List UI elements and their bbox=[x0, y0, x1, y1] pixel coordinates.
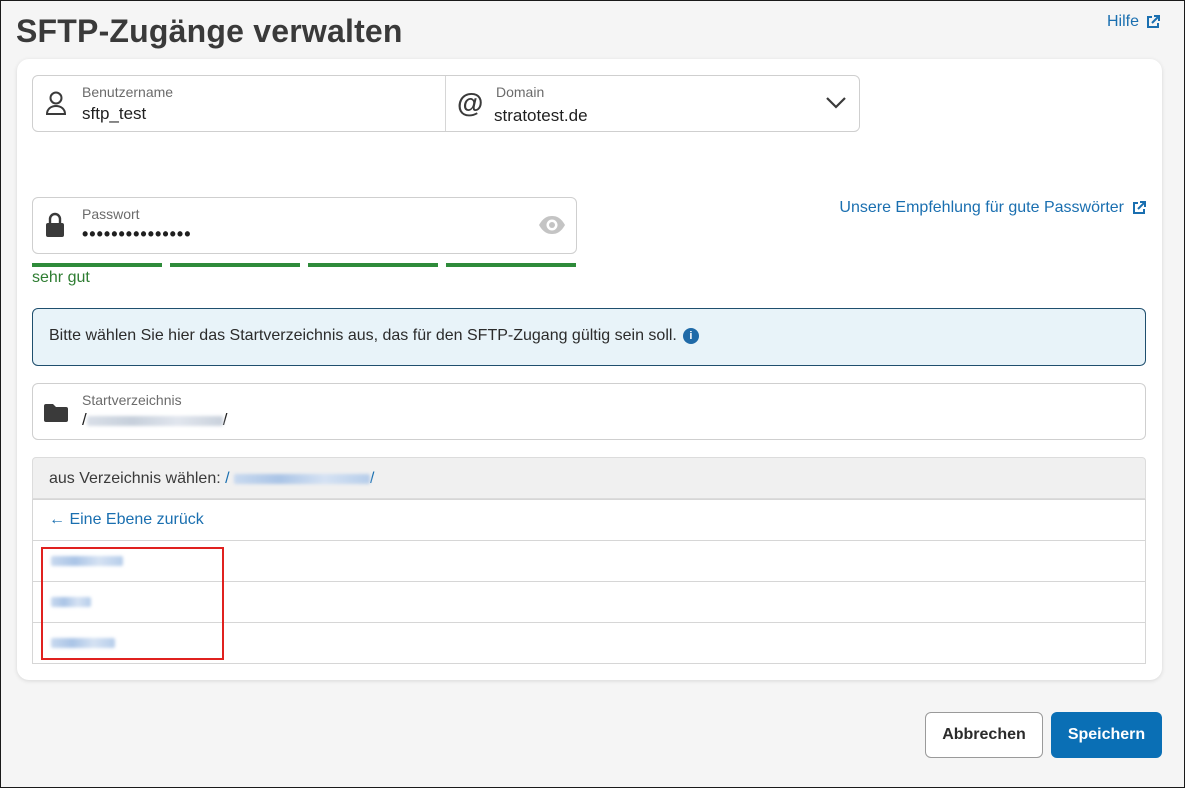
level-up-link[interactable]: ← Eine Ebene zurück bbox=[49, 511, 204, 529]
start-directory-field: Startverzeichnis / / bbox=[32, 383, 1146, 440]
external-link-icon bbox=[1147, 15, 1160, 28]
browser-header-label: aus Verzeichnis wählen: bbox=[49, 470, 221, 487]
info-banner: Bitte wählen Sie hier das Startverzeichn… bbox=[32, 308, 1146, 366]
chevron-down-icon[interactable] bbox=[825, 96, 847, 110]
strength-segment bbox=[32, 263, 162, 267]
username-domain-group: Benutzername sftp_test @ Domain stratote… bbox=[32, 75, 860, 132]
window-frame: SFTP-Zugänge verwalten Hilfe Benutzernam… bbox=[0, 0, 1185, 788]
redacted-path bbox=[234, 473, 371, 484]
start-directory-label: Startverzeichnis bbox=[82, 392, 182, 408]
redacted-path bbox=[86, 415, 223, 426]
page-title: SFTP-Zugänge verwalten bbox=[16, 13, 403, 49]
info-icon[interactable]: i bbox=[682, 328, 699, 344]
external-link-icon bbox=[1133, 201, 1146, 214]
browser-path-prefix: / bbox=[225, 470, 230, 487]
start-directory-value[interactable]: / / bbox=[82, 410, 227, 430]
info-text-wrap: Bitte wählen Sie hier das Startverzeichn… bbox=[49, 327, 699, 345]
username-input[interactable]: sftp_test bbox=[82, 104, 146, 124]
eye-icon[interactable] bbox=[538, 215, 566, 235]
highlight-annotation bbox=[41, 547, 224, 660]
level-up-label: Eine Ebene zurück bbox=[69, 511, 204, 528]
lock-icon bbox=[46, 212, 64, 237]
strength-segment bbox=[446, 263, 576, 267]
back-row: ← Eine Ebene zurück bbox=[32, 499, 1146, 541]
cancel-button[interactable]: Abbrechen bbox=[925, 712, 1043, 758]
password-recommendation-link[interactable]: Unsere Empfehlung für gute Passwörter bbox=[839, 199, 1146, 217]
user-icon bbox=[45, 91, 67, 115]
browser-header-text: aus Verzeichnis wählen: / / bbox=[49, 470, 374, 488]
password-strength-label: sehr gut bbox=[32, 269, 90, 286]
arrow-left-icon: ← bbox=[49, 511, 65, 528]
domain-select[interactable]: stratotest.de bbox=[494, 106, 588, 126]
at-icon: @ bbox=[457, 88, 484, 118]
password-label: Passwort bbox=[82, 206, 140, 222]
password-field: Passwort ••••••••••••••• bbox=[32, 197, 577, 254]
main-card: Benutzername sftp_test @ Domain stratote… bbox=[17, 59, 1162, 680]
save-button[interactable]: Speichern bbox=[1051, 712, 1162, 758]
help-label: Hilfe bbox=[1106, 13, 1139, 30]
directory-browser-header: aus Verzeichnis wählen: / / bbox=[32, 457, 1146, 499]
username-label: Benutzername bbox=[82, 84, 174, 100]
password-recommendation-label: Unsere Empfehlung für gute Passwörter bbox=[839, 199, 1124, 216]
start-directory-suffix: / bbox=[222, 410, 228, 429]
domain-label: Domain bbox=[496, 84, 545, 100]
info-text: Bitte wählen Sie hier das Startverzeichn… bbox=[49, 327, 677, 344]
strength-segment bbox=[308, 263, 438, 267]
strength-segment bbox=[170, 263, 300, 267]
browser-current-path[interactable]: / / bbox=[225, 470, 374, 487]
field-divider bbox=[445, 76, 446, 131]
browser-path-suffix: / bbox=[370, 470, 375, 487]
password-input[interactable]: ••••••••••••••• bbox=[82, 224, 192, 245]
folder-icon bbox=[44, 404, 68, 422]
help-link[interactable]: Hilfe bbox=[1107, 13, 1160, 31]
